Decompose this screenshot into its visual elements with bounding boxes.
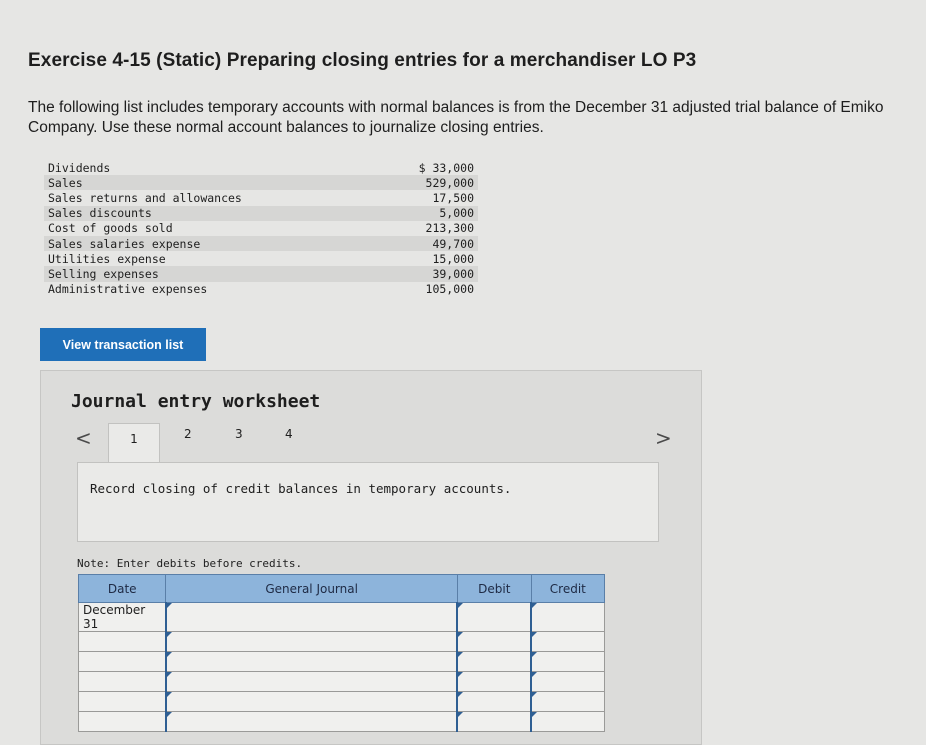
account-name: Utilities expense [48,251,166,266]
account-amount: 213,300 [425,221,474,236]
debit-input[interactable] [456,711,532,732]
account-amount: 15,000 [432,251,474,266]
credit-input[interactable] [530,651,606,672]
account-name: Sales returns and allowances [48,190,242,205]
account-input[interactable] [164,602,458,632]
tab-2[interactable]: 2 [184,427,192,441]
account-row: Dividends $ 33,000 [44,160,478,175]
journal-row [77,671,606,692]
tab-3[interactable]: 3 [235,427,243,441]
journal-row [77,691,606,712]
date-cell[interactable] [77,651,167,672]
date-cell[interactable] [77,631,167,652]
account-row: Utilities expense 15,000 [44,251,478,266]
account-amount: 105,000 [425,282,474,297]
debit-input[interactable] [456,602,532,632]
account-amount: 17,500 [432,190,474,205]
journal-row [77,651,606,672]
credit-input[interactable] [530,691,606,712]
exercise-title: Exercise 4-15 (Static) Preparing closing… [28,50,697,71]
account-name: Administrative expenses [48,282,208,297]
date-cell[interactable] [77,691,167,712]
debit-input[interactable] [456,671,532,692]
journal-row [77,631,606,652]
account-row: Sales salaries expense 49,700 [44,235,478,252]
account-input[interactable] [164,651,458,672]
tab-4[interactable]: 4 [285,427,293,441]
account-input[interactable] [164,631,458,652]
debit-input[interactable] [456,651,532,672]
account-row: Sales 529,000 [44,175,478,191]
account-amount: 5,000 [439,206,474,221]
tab-1[interactable]: 1 [108,423,160,463]
account-balances-list: Dividends $ 33,000 Sales 529,000 Sales ret… [44,160,478,297]
credit-input[interactable] [530,631,606,652]
date-column-header: Date [77,574,167,603]
account-amount: 529,000 [425,175,474,190]
date-cell[interactable] [77,671,167,692]
general-journal-column-header: General Journal [165,574,458,603]
account-amount: $ 33,000 [418,160,474,175]
account-name: Cost of goods sold [48,221,173,236]
chevron-right-icon[interactable]: > [655,426,672,450]
credit-input[interactable] [530,602,606,632]
account-input[interactable] [164,671,458,692]
account-input[interactable] [164,691,458,712]
debit-input[interactable] [456,631,532,652]
intro-text: The following list includes temporary ac… [28,99,884,136]
date-cell[interactable] [77,711,167,732]
account-name: Sales [48,175,83,190]
account-amount: 39,000 [432,266,474,281]
date-cell[interactable]: December 31 [77,602,167,632]
account-row: Cost of goods sold 213,300 [44,221,478,236]
account-name: Sales salaries expense [48,236,201,251]
journal-row [77,711,606,732]
journal-table: Date General Journal Debit Credit Decemb… [77,574,606,732]
account-row: Sales returns and allowances 17,500 [44,190,478,205]
instruction-box: Record closing of credit balances in tem… [77,462,659,542]
account-row: Selling expenses 39,000 [44,266,478,282]
worksheet-title: Journal entry worksheet [71,391,321,412]
journal-entry-worksheet: Journal entry worksheet < 1 2 3 4 > Reco… [40,370,702,745]
credit-input[interactable] [530,711,606,732]
journal-header-row: Date General Journal Debit Credit [77,574,606,603]
chevron-left-icon[interactable]: < [75,426,92,450]
account-name: Dividends [48,160,111,175]
credit-input[interactable] [530,671,606,692]
debit-column-header: Debit [456,574,532,603]
credit-column-header: Credit [530,574,606,603]
account-name: Selling expenses [48,266,159,281]
debit-input[interactable] [456,691,532,712]
account-row: Sales discounts 5,000 [44,205,478,221]
journal-row: December 31 [77,602,606,632]
account-input[interactable] [164,711,458,732]
account-row: Administrative expenses 105,000 [44,282,478,297]
account-amount: 49,700 [432,236,474,251]
view-transaction-list-button[interactable]: View transaction list [40,328,206,361]
account-name: Sales discounts [48,206,152,221]
instruction-text: Record closing of credit balances in tem… [90,481,512,496]
note-text: Note: Enter debits before credits. [77,557,303,570]
